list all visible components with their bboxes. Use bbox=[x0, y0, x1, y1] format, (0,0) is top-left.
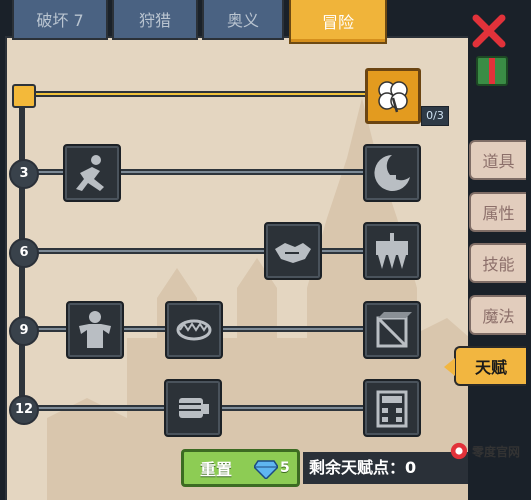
clover-progress: 0/3 bbox=[421, 106, 449, 126]
game-screen: 破坏 7 狩猎 奥义 冒险 0/3 3 6 9 12 道具 属性 技能 魔法 天… bbox=[0, 0, 531, 500]
running-man-icon bbox=[76, 155, 104, 191]
talent-node-running-man[interactable] bbox=[63, 144, 121, 202]
muscle-hp-icon bbox=[79, 311, 111, 348]
reset-button[interactable]: 重置 5 bbox=[181, 449, 300, 487]
watermark: 零度官网 bbox=[446, 432, 531, 472]
watermark-logo-icon bbox=[450, 442, 468, 460]
calculator-icon bbox=[376, 390, 408, 428]
talent-node-handshake[interactable] bbox=[264, 222, 322, 280]
chevron-left-icon bbox=[444, 358, 455, 376]
sidebar-item-attributes[interactable]: 属性 bbox=[469, 192, 526, 232]
talent-node-spiked-banner[interactable] bbox=[363, 222, 421, 280]
talent-node-bear-trap[interactable] bbox=[165, 301, 223, 359]
fist-icon bbox=[179, 398, 209, 418]
crate-icon bbox=[376, 312, 412, 348]
sidebar-item-talent[interactable]: 天赋 bbox=[444, 346, 526, 386]
moon-potion-icon bbox=[374, 155, 410, 191]
bear-trap-icon bbox=[176, 319, 212, 341]
clover-talent[interactable] bbox=[365, 68, 421, 124]
spiked-banner-icon bbox=[376, 233, 408, 269]
rank-badge-12: 12 bbox=[9, 395, 39, 425]
talent-node-crate[interactable] bbox=[363, 301, 421, 359]
rank-badge-6: 6 bbox=[9, 238, 39, 268]
handshake-icon bbox=[275, 243, 311, 263]
talent-node-muscle-hp[interactable] bbox=[66, 301, 124, 359]
sidebar-item-skills-label: 技能 bbox=[482, 255, 515, 274]
sidebar-item-magic-label: 魔法 bbox=[482, 307, 515, 326]
sidebar-item-items[interactable]: 道具 bbox=[469, 140, 526, 180]
sidebar-item-items-label: 道具 bbox=[482, 152, 515, 171]
remaining-talent-points: 剩余天赋点：0 bbox=[303, 452, 468, 484]
talent-node-calculator[interactable] bbox=[363, 379, 421, 437]
sidebar-item-skills[interactable]: 技能 bbox=[469, 243, 526, 283]
talent-node-moon-potion[interactable] bbox=[363, 144, 421, 202]
gem-count: 5 bbox=[280, 460, 290, 476]
sidebar-item-attributes-label: 属性 bbox=[482, 204, 515, 223]
sidebar-item-talent-label: 天赋 bbox=[474, 358, 507, 377]
reset-button-label: 重置 bbox=[200, 460, 233, 479]
tree-root-node bbox=[12, 84, 36, 108]
talent-node-fist[interactable] bbox=[164, 379, 222, 437]
watermark-text: 零度官网 bbox=[472, 445, 521, 459]
diamond-icon bbox=[254, 460, 278, 479]
gift-box-icon[interactable] bbox=[476, 56, 508, 86]
rank-badge-9: 9 bbox=[9, 316, 39, 346]
sidebar-item-magic[interactable]: 魔法 bbox=[469, 295, 526, 335]
close-icon[interactable] bbox=[472, 14, 506, 48]
rank-badge-3: 3 bbox=[9, 159, 39, 189]
clover-icon bbox=[378, 81, 408, 113]
